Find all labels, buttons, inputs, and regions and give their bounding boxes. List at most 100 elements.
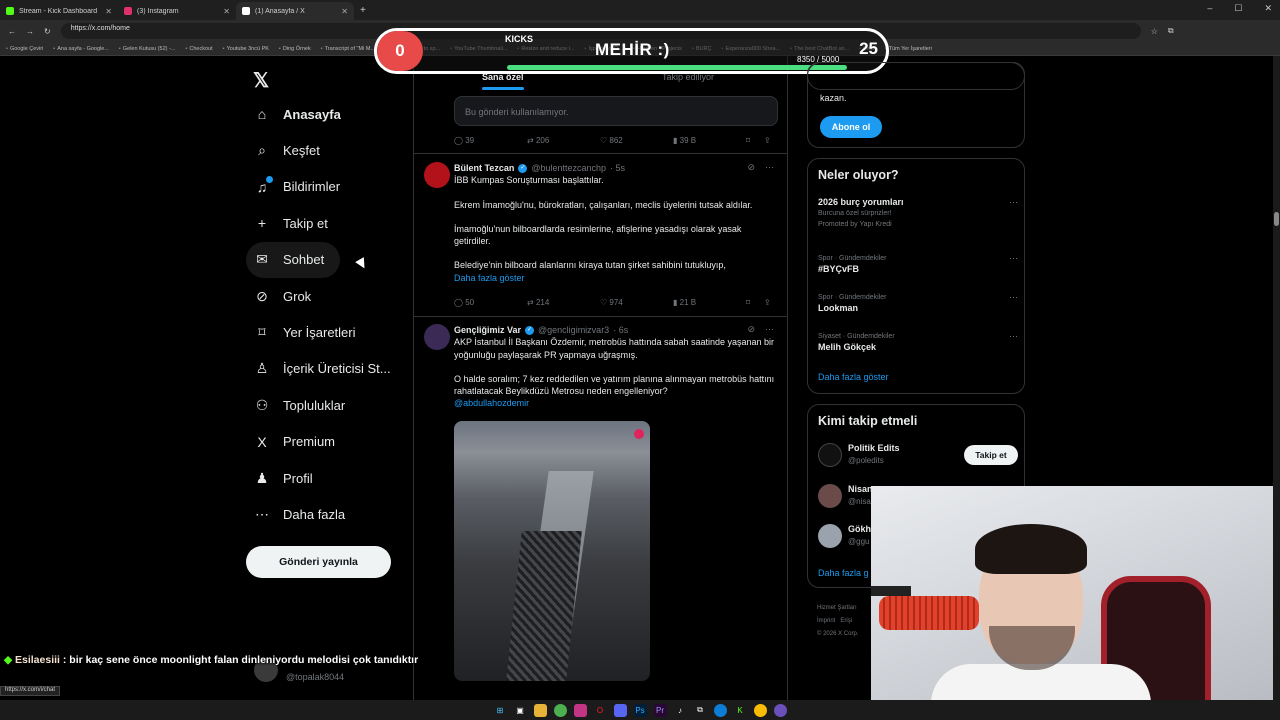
- tweet-author-handle[interactable]: @gencligimizvar3: [538, 324, 609, 336]
- show-more-trends-link[interactable]: Daha fazla göster: [818, 372, 889, 382]
- tiktok-icon[interactable]: ♪: [674, 704, 687, 717]
- subscribe-button[interactable]: Abone ol: [820, 116, 882, 138]
- reply-button[interactable]: ◯ 39: [454, 136, 527, 145]
- chrome-active-icon[interactable]: [753, 703, 767, 717]
- chrome-icon[interactable]: [553, 703, 567, 717]
- tweet-author-name[interactable]: Gençliğimiz Var: [454, 324, 521, 336]
- scrollbar-thumb[interactable]: [1274, 212, 1279, 226]
- footer-link[interactable]: Erişi: [840, 618, 852, 624]
- avatar[interactable]: [818, 524, 842, 548]
- trend-item[interactable]: Spor · Gündemdekiler Lookman ⋯: [818, 292, 1018, 314]
- suggested-account[interactable]: Politik Edits @poledits Takip et: [818, 443, 1018, 473]
- sidebar-item-more[interactable]: ⋯ Daha fazla: [246, 496, 406, 532]
- sidebar-item-x[interactable]: X Premium: [246, 424, 406, 460]
- tweet-time[interactable]: · 6s: [613, 324, 628, 336]
- tweet-author-name[interactable]: Bülent Tezcan: [454, 162, 514, 174]
- premiere-icon[interactable]: Pr: [653, 703, 667, 717]
- like-button[interactable]: ♡ 862: [600, 136, 673, 145]
- star-icon[interactable]: ☆: [1151, 27, 1158, 36]
- trend-item[interactable]: 2026 burç yorumları Burcuna özel sürpriz…: [818, 197, 1018, 230]
- new-tab-button[interactable]: +: [360, 5, 366, 16]
- show-more-suggestions-link[interactable]: Daha fazla g: [818, 568, 869, 578]
- bookmark-item[interactable]: Youtube 3ncü PK: [223, 46, 269, 52]
- capcut-icon[interactable]: ⧉: [694, 704, 707, 717]
- repost-button[interactable]: ⇄ 206: [527, 136, 600, 145]
- sidebar-item-profile[interactable]: ♟ Profil: [246, 460, 406, 496]
- x-logo-icon[interactable]: 𝕏: [253, 68, 269, 93]
- file-explorer-icon[interactable]: [533, 703, 547, 717]
- more-icon[interactable]: ⋯: [1009, 292, 1018, 303]
- bookmark-item[interactable]: Gelen Kutusu (52) -...: [119, 46, 176, 52]
- footer-link[interactable]: İmprint: [817, 618, 835, 624]
- share-icon[interactable]: ⇪: [764, 298, 782, 307]
- discord-icon[interactable]: [613, 703, 627, 717]
- sidebar-item-creator[interactable]: ♙ İçerik Üreticisi St...: [246, 351, 406, 387]
- windows-start-icon[interactable]: ⊞: [494, 704, 507, 717]
- share-icon[interactable]: ⇪: [764, 136, 782, 145]
- close-window-icon[interactable]: ✕: [1264, 3, 1272, 14]
- instagram-app-icon[interactable]: [573, 703, 587, 717]
- close-icon[interactable]: ✕: [105, 7, 112, 16]
- bookmark-item[interactable]: Google Çeviri: [6, 46, 43, 52]
- close-icon[interactable]: ✕: [223, 7, 230, 16]
- opera-icon[interactable]: O: [594, 704, 607, 717]
- avatar[interactable]: [424, 162, 450, 188]
- more-icon[interactable]: ⋯: [1009, 253, 1018, 264]
- reload-icon[interactable]: ↻: [44, 27, 51, 36]
- maximize-icon[interactable]: ☐: [1234, 3, 1242, 14]
- edge-icon[interactable]: [713, 703, 727, 717]
- views-button[interactable]: ▮ 39 B: [673, 136, 746, 145]
- more-icon[interactable]: ⋯: [765, 162, 774, 173]
- sidebar-item-bookmark[interactable]: ⌑ Yer İşaretleri: [246, 314, 406, 350]
- sidebar-item-communities[interactable]: ⚇ Topluluklar: [246, 387, 406, 423]
- sidebar-item-search[interactable]: ⌕ Keşfet: [246, 132, 406, 168]
- browser-tab-instagram[interactable]: (3) Instagram ✕: [118, 2, 236, 20]
- bookmark-item[interactable]: Ana sayfa - Google...: [53, 46, 109, 52]
- more-icon[interactable]: ⋯: [1009, 197, 1018, 208]
- tweet-time[interactable]: · 5s: [610, 162, 625, 174]
- browser-tab-x[interactable]: (1) Anasayfa / X ✕: [236, 2, 354, 20]
- trend-item[interactable]: Siyaset · Gündemdekiler Melih Gökçek ⋯: [818, 331, 1018, 353]
- trend-item[interactable]: Spor · Gündemdekiler #BYÇvFB ⋯: [818, 253, 1018, 275]
- post-button[interactable]: Gönderi yayınla: [246, 546, 391, 578]
- back-icon[interactable]: ←: [8, 27, 16, 36]
- sidebar-item-home[interactable]: ⌂ Anasayfa: [246, 96, 406, 132]
- obs-icon[interactable]: [773, 703, 787, 717]
- mention-link[interactable]: @abdullahozdemir: [454, 397, 779, 409]
- task-view-icon[interactable]: ▣: [514, 704, 527, 717]
- forward-icon[interactable]: →: [26, 27, 34, 36]
- sidebar-item-grok[interactable]: ⊘ Grok: [246, 278, 406, 314]
- bookmark-icon[interactable]: ⌑: [746, 298, 764, 307]
- avatar[interactable]: [424, 324, 450, 350]
- kick-app-icon[interactable]: K: [734, 704, 747, 717]
- minimize-icon[interactable]: –: [1207, 3, 1212, 14]
- like-button[interactable]: ♡ 974: [600, 298, 673, 307]
- tweet-author-handle[interactable]: @bulenttezcanchp: [531, 162, 606, 174]
- bookmark-item[interactable]: Transcript of "Mi M...: [321, 46, 375, 52]
- avatar[interactable]: [818, 484, 842, 508]
- follow-button[interactable]: Takip et: [964, 445, 1018, 465]
- more-icon[interactable]: ⋯: [1009, 331, 1018, 342]
- sidebar-item-mail[interactable]: ✉ Sohbet: [246, 241, 340, 278]
- sidebar-item-bell[interactable]: ♫ Bildirimler: [246, 169, 406, 205]
- grok-icon[interactable]: ⊘: [747, 162, 755, 173]
- bookmark-item[interactable]: Checkout: [185, 46, 212, 52]
- bookmark-icon[interactable]: ⌑: [746, 136, 764, 145]
- bookmark-item[interactable]: Ding Örnek: [279, 46, 311, 52]
- photoshop-icon[interactable]: Ps: [633, 703, 647, 717]
- page-scrollbar[interactable]: [1273, 56, 1280, 700]
- more-icon[interactable]: ⋯: [765, 324, 774, 335]
- browser-tab-kick[interactable]: Stream - Kick Dashboard ✕: [0, 2, 118, 20]
- footer-link[interactable]: Hizmet Şartları: [817, 602, 858, 615]
- close-icon[interactable]: ✕: [341, 7, 348, 16]
- reply-button[interactable]: ◯ 50: [454, 298, 527, 307]
- bookmark-item[interactable]: Tüm Yer İşaretleri: [885, 46, 932, 52]
- extensions-icon[interactable]: ⧉: [1168, 26, 1174, 36]
- avatar[interactable]: [818, 443, 842, 467]
- repost-button[interactable]: ⇄ 214: [527, 298, 600, 307]
- sidebar-item-person-add[interactable]: + Takip et: [246, 205, 406, 241]
- grok-icon[interactable]: ⊘: [747, 324, 755, 335]
- tweet-media-image[interactable]: [454, 421, 650, 681]
- show-more-link[interactable]: Daha fazla göster: [454, 272, 779, 284]
- views-button[interactable]: ▮ 21 B: [673, 298, 746, 307]
